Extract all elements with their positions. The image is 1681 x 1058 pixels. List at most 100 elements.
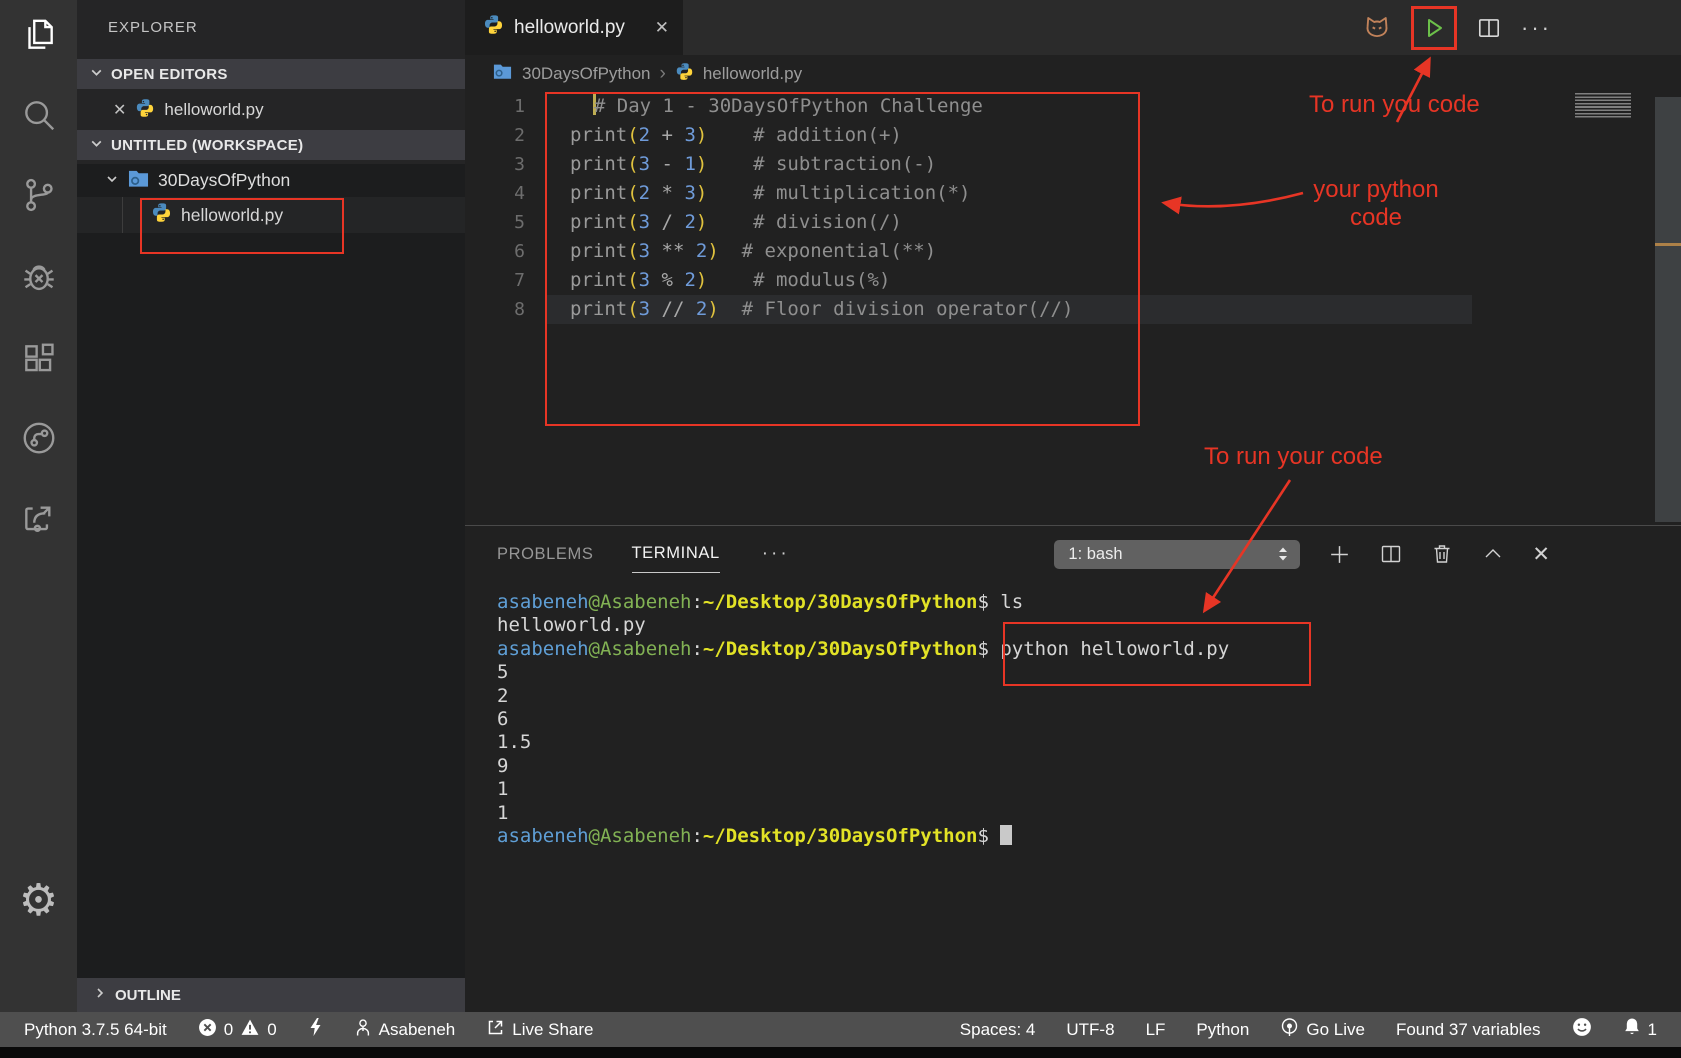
- sidebar-title: EXPLORER: [108, 19, 198, 36]
- power-status[interactable]: [308, 1017, 323, 1042]
- problems-status[interactable]: 0 0: [198, 1018, 277, 1042]
- terminal-line: 2: [497, 685, 1681, 708]
- terminal-line: 1: [497, 802, 1681, 825]
- maximize-panel-icon[interactable]: [1481, 542, 1505, 566]
- settings-gear-icon[interactable]: ⚙: [0, 879, 77, 923]
- indentation-status[interactable]: Spaces: 4: [960, 1020, 1036, 1040]
- warning-count: 0: [267, 1020, 276, 1040]
- line-number: 8: [465, 295, 525, 324]
- close-panel-icon[interactable]: ✕: [1532, 542, 1550, 567]
- terminal-output[interactable]: asabeneh@Asabeneh:~/Desktop/30DaysOfPyth…: [465, 582, 1681, 848]
- terminal-cursor: [1000, 825, 1012, 845]
- terminal-line: asabeneh@Asabeneh:~/Desktop/30DaysOfPyth…: [497, 591, 1681, 614]
- run-code-icon[interactable]: [1422, 16, 1446, 40]
- search-icon[interactable]: [0, 96, 77, 134]
- line-number: 6: [465, 237, 525, 266]
- eol-label: LF: [1146, 1020, 1166, 1040]
- spaces-label: Spaces: 4: [960, 1020, 1036, 1040]
- new-terminal-icon[interactable]: [1327, 542, 1352, 567]
- eol-status[interactable]: LF: [1146, 1020, 1166, 1040]
- breadcrumb-folder[interactable]: 30DaysOfPython: [522, 64, 651, 84]
- tab-problems[interactable]: PROBLEMS: [497, 536, 594, 573]
- notifications-status[interactable]: 1: [1623, 1017, 1657, 1042]
- code-line[interactable]: 2print(2 + 3) # addition(+): [465, 121, 1681, 150]
- terminal-line: 5: [497, 661, 1681, 684]
- go-live-label: Go Live: [1306, 1020, 1365, 1040]
- broadcast-icon: [1280, 1018, 1299, 1042]
- chevron-down-icon: [89, 65, 104, 84]
- live-share-status[interactable]: Live Share: [486, 1018, 593, 1042]
- window-bottom-edge: [0, 1047, 1681, 1058]
- python-interpreter-status[interactable]: Python 3.7.5 64-bit: [24, 1020, 167, 1040]
- feedback-status[interactable]: [1572, 1017, 1592, 1042]
- source-control-icon[interactable]: [0, 176, 77, 214]
- breadcrumb-separator: ›: [660, 63, 666, 85]
- code-line[interactable]: 8print(3 // 2) # Floor division operator…: [465, 295, 1681, 324]
- code-editor[interactable]: 1 # Day 1 - 30DaysOfPython Challenge2pri…: [465, 92, 1681, 525]
- python-file-icon: [483, 14, 504, 41]
- select-arrows-icon: [1276, 545, 1290, 563]
- terminal-line: 9: [497, 755, 1681, 778]
- terminal-line: 1.5: [497, 731, 1681, 754]
- tree-folder-30daysofpython[interactable]: 30DaysOfPython: [77, 164, 465, 197]
- tree-file-helloworld[interactable]: helloworld.py: [77, 197, 465, 233]
- split-editor-icon[interactable]: [1476, 15, 1502, 41]
- tab-terminal[interactable]: TERMINAL: [632, 535, 720, 573]
- split-terminal-icon[interactable]: [1379, 542, 1403, 566]
- line-number: 7: [465, 266, 525, 295]
- folder-icon: [492, 62, 513, 85]
- code-line[interactable]: 6print(3 ** 2) # exponential(**): [465, 237, 1681, 266]
- lightning-bolt-icon: [308, 1017, 323, 1042]
- editor-region: helloworld.py ✕ ··· 30DaysOf: [465, 0, 1681, 525]
- breadcrumb-file[interactable]: helloworld.py: [703, 64, 802, 84]
- code-line[interactable]: 1 # Day 1 - 30DaysOfPython Challenge: [465, 92, 1681, 121]
- kill-terminal-trash-icon[interactable]: [1430, 542, 1454, 566]
- go-live-status[interactable]: Go Live: [1280, 1018, 1365, 1042]
- explorer-sidebar: EXPLORER OPEN EDITORS ✕ helloworld.py UN…: [77, 0, 465, 1012]
- open-editors-label: OPEN EDITORS: [111, 66, 228, 83]
- shell-selector[interactable]: 1: bash: [1054, 540, 1300, 569]
- terminal-controls: 1: bash ✕: [1054, 540, 1681, 569]
- account-name: Asabeneh: [379, 1020, 456, 1040]
- notification-count: 1: [1648, 1020, 1657, 1040]
- encoding-label: UTF-8: [1066, 1020, 1114, 1040]
- code-line[interactable]: 3print(3 - 1) # subtraction(-): [465, 150, 1681, 179]
- workspace-section[interactable]: UNTITLED (WORKSPACE): [77, 130, 465, 160]
- editor-scrollbar[interactable]: [1655, 97, 1681, 522]
- open-editor-item[interactable]: ✕ helloworld.py: [77, 93, 465, 127]
- open-editors-section[interactable]: OPEN EDITORS: [77, 59, 465, 89]
- account-status[interactable]: Asabeneh: [354, 1018, 456, 1042]
- code-line[interactable]: 4print(2 * 3) # multiplication(*): [465, 179, 1681, 208]
- python-file-icon: [675, 62, 694, 86]
- panel-more-icon[interactable]: ···: [762, 543, 790, 565]
- shell-selector-value: 1: bash: [1068, 545, 1122, 564]
- code-lines: 1 # Day 1 - 30DaysOfPython Challenge2pri…: [465, 92, 1681, 324]
- editor-actions: ···: [1362, 0, 1552, 55]
- extensions-icon[interactable]: [0, 340, 77, 378]
- live-share-icon: [486, 1018, 505, 1042]
- smiley-icon: [1572, 1017, 1592, 1042]
- outline-section[interactable]: OUTLINE: [77, 978, 465, 1012]
- tab-helloworld[interactable]: helloworld.py ✕: [465, 0, 683, 55]
- tab-bar: helloworld.py ✕ ···: [465, 0, 1681, 55]
- explorer-icon[interactable]: [0, 16, 77, 54]
- cat-extension-icon[interactable]: [1362, 14, 1392, 42]
- panel-header: PROBLEMS TERMINAL ··· 1: bash ✕: [465, 526, 1681, 582]
- language-mode-status[interactable]: Python: [1196, 1020, 1249, 1040]
- status-bar: Python 3.7.5 64-bit 0 0 Asabeneh Live Sh…: [0, 1012, 1681, 1047]
- code-line[interactable]: 7print(3 % 2) # modulus(%): [465, 266, 1681, 295]
- close-icon[interactable]: ✕: [655, 18, 669, 38]
- commit-graph-icon[interactable]: [0, 419, 77, 457]
- activity-bar: ⚙: [0, 0, 77, 1012]
- minimap[interactable]: [1575, 93, 1631, 118]
- encoding-status[interactable]: UTF-8: [1066, 1020, 1114, 1040]
- indent-guide: [122, 197, 123, 233]
- more-actions-icon[interactable]: ···: [1521, 15, 1552, 41]
- bottom-panel: PROBLEMS TERMINAL ··· 1: bash ✕ asabeneh…: [465, 525, 1681, 1012]
- variables-label: Found 37 variables: [1396, 1020, 1541, 1040]
- share-icon[interactable]: [0, 499, 77, 537]
- debug-icon[interactable]: [0, 258, 77, 296]
- variables-status[interactable]: Found 37 variables: [1396, 1020, 1541, 1040]
- code-line[interactable]: 5print(3 / 2) # division(/): [465, 208, 1681, 237]
- close-icon[interactable]: ✕: [113, 100, 126, 120]
